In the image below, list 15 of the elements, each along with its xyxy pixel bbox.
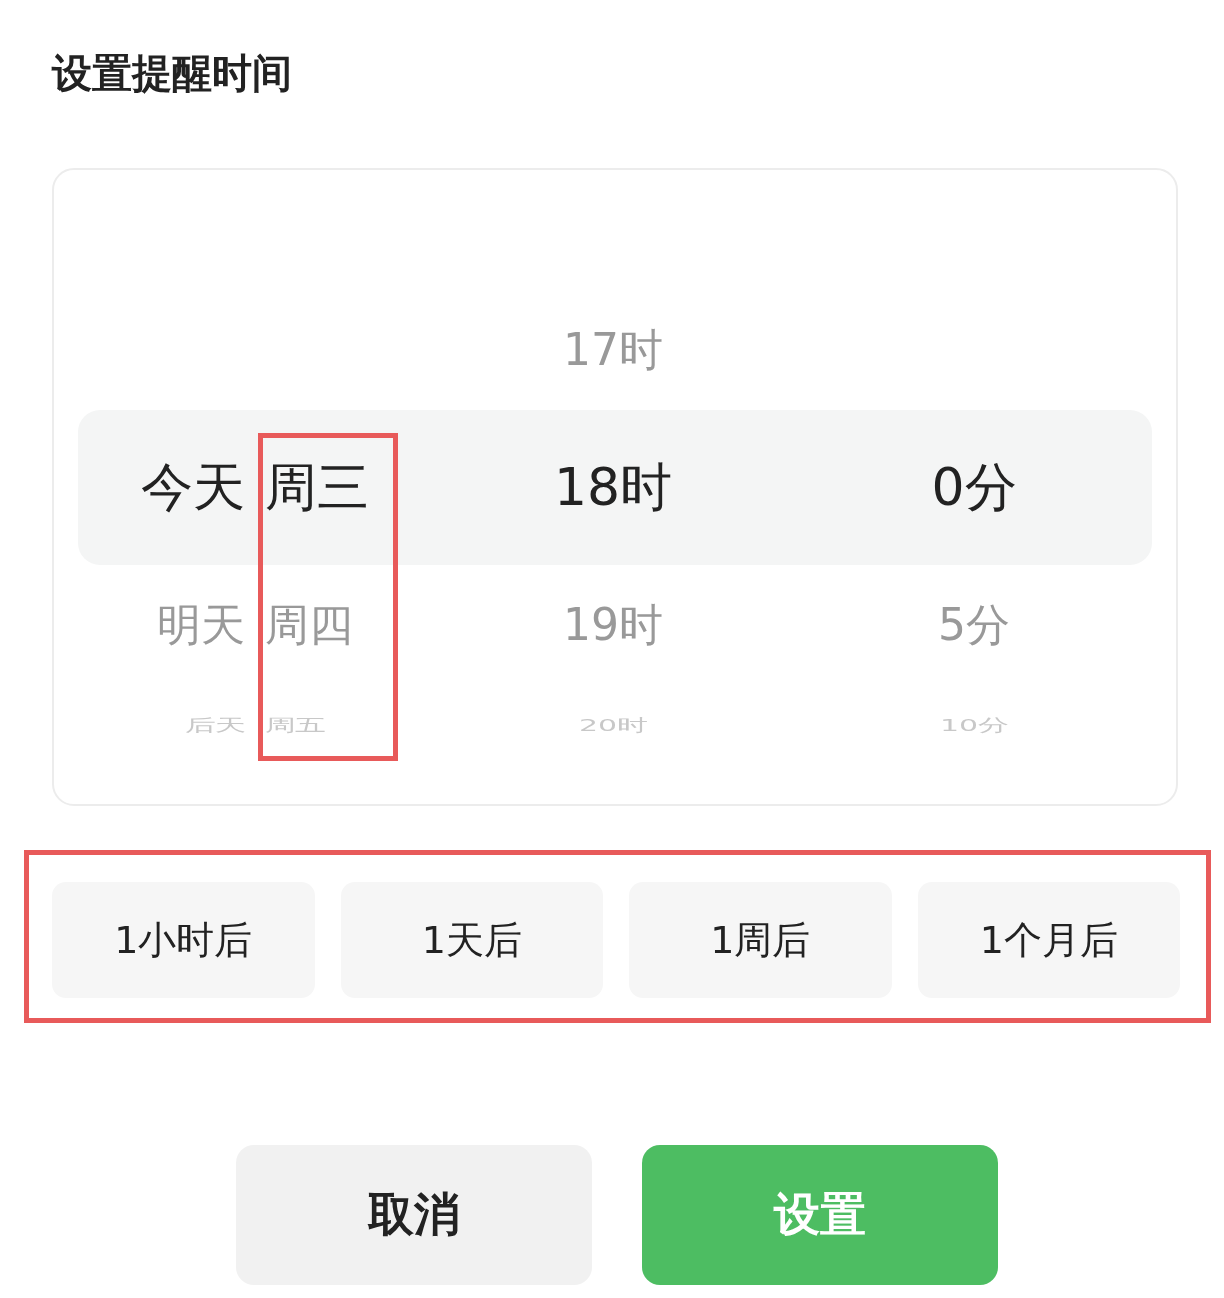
cancel-button[interactable]: 取消 <box>236 1145 592 1285</box>
hour-option: 19时 <box>563 595 663 655</box>
weekday-option: 周四 <box>265 595 353 655</box>
hour-option: 18时 <box>553 452 673 523</box>
weekday-option: 周三 <box>265 452 369 523</box>
quick-time-button[interactable]: 1天后 <box>340 882 603 998</box>
day-option: 明天 <box>157 595 245 655</box>
quick-time-button[interactable]: 1周后 <box>629 882 892 998</box>
minute-option: 0分 <box>931 452 1017 523</box>
day-option: 今天 <box>141 452 245 523</box>
quick-time-button[interactable]: 1小时后 <box>52 882 315 998</box>
dialog-title: 设置提醒时间 <box>52 49 292 98</box>
minute-option: 5分 <box>938 595 1010 655</box>
hour-option: 17时 <box>563 320 663 380</box>
quick-time-button[interactable]: 1个月后 <box>917 882 1180 998</box>
